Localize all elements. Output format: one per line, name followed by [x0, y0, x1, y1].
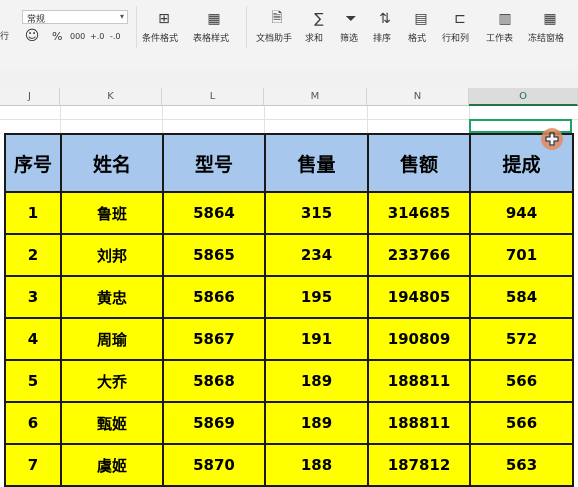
header-cell-model[interactable]: 型号: [162, 133, 266, 193]
table-cell[interactable]: 190809: [367, 317, 471, 361]
table-cell[interactable]: 5865: [162, 233, 266, 277]
grid-line: [60, 106, 61, 134]
table-cell[interactable]: 刘邦: [60, 233, 164, 277]
table-cell[interactable]: 周瑜: [60, 317, 164, 361]
table-row: 1 鲁班 5864 315 314685 944: [4, 191, 574, 235]
table-row: 4 周瑜 5867 191 190809 572: [4, 317, 574, 361]
freeze-pane-icon: ▦: [543, 11, 557, 27]
table-cell[interactable]: 1: [4, 191, 62, 235]
table-style-label: 表格样式: [193, 34, 230, 44]
rows-cols-label: 行和列: [442, 34, 470, 44]
table-cell[interactable]: 5868: [162, 359, 266, 403]
table-row: 2 刘邦 5865 234 233766 701: [4, 233, 574, 277]
decrease-decimal-button[interactable]: -.0: [110, 32, 121, 42]
sort-label: 排序: [373, 34, 392, 44]
increase-decimal-button[interactable]: +.0: [90, 32, 104, 42]
cross-cursor-icon: [545, 132, 559, 146]
ribbon-separator: [246, 6, 247, 48]
grid-line: [367, 106, 368, 134]
ribbon-side-label: 行: [0, 32, 10, 42]
column-header-m[interactable]: M: [264, 88, 367, 106]
column-header-o[interactable]: O: [469, 88, 578, 106]
table-cell[interactable]: 4: [4, 317, 62, 361]
table-cell[interactable]: 572: [469, 317, 574, 361]
table-cell[interactable]: 188811: [367, 359, 471, 403]
conditional-format-icon: ⊞: [158, 11, 170, 27]
table-cell[interactable]: 195: [264, 275, 369, 319]
table-row: 6 甄姬 5869 189 188811 566: [4, 401, 574, 445]
table-cell[interactable]: 188811: [367, 401, 471, 445]
data-table: 序号 姓名 型号 售量 售额 提成 1 鲁班 5864 315 314685 9…: [4, 133, 574, 487]
formula-bar-area: [0, 70, 578, 89]
ribbon-separator: [136, 6, 137, 48]
header-cell-quantity[interactable]: 售量: [264, 133, 369, 193]
table-cell[interactable]: 黄忠: [60, 275, 164, 319]
percent-button[interactable]: %: [52, 31, 62, 42]
worksheet-label: 工作表: [486, 34, 514, 44]
conditional-format-label: 条件格式: [142, 34, 179, 44]
table-row: 3 黄忠 5866 195 194805 584: [4, 275, 574, 319]
table-cell[interactable]: 6: [4, 401, 62, 445]
table-cell[interactable]: 5867: [162, 317, 266, 361]
table-cell[interactable]: 189: [264, 359, 369, 403]
thousands-button[interactable]: 000: [70, 32, 85, 42]
ribbon: 常规 ▾ 行 ☺ % 000 +.0 -.0 ⊞ 条件格式 ▦ 表格样式 🗎 文…: [0, 0, 578, 70]
freeze-pane-label: 冻结窗格: [528, 34, 565, 44]
table-cell[interactable]: 2: [4, 233, 62, 277]
header-cell-name[interactable]: 姓名: [60, 133, 164, 193]
format-icon: ▤: [414, 11, 428, 27]
mouse-cursor-icon: [541, 128, 563, 150]
table-cell[interactable]: 234: [264, 233, 369, 277]
table-cell[interactable]: 233766: [367, 233, 471, 277]
table-cell[interactable]: 584: [469, 275, 574, 319]
doc-assistant-icon: 🗎: [271, 10, 283, 26]
header-cell-index[interactable]: 序号: [4, 133, 62, 193]
worksheet-icon: ▥: [498, 11, 512, 27]
header-cell-amount[interactable]: 售额: [367, 133, 471, 193]
table-cell[interactable]: 鲁班: [60, 191, 164, 235]
table-cell[interactable]: 944: [469, 191, 574, 235]
table-cell[interactable]: 191: [264, 317, 369, 361]
currency-icon[interactable]: ☺: [24, 28, 40, 44]
column-header-l[interactable]: L: [162, 88, 264, 106]
table-cell[interactable]: 194805: [367, 275, 471, 319]
number-format-select[interactable]: 常规 ▾: [22, 10, 128, 25]
number-format-value: 常规: [27, 15, 46, 25]
table-cell[interactable]: 5866: [162, 275, 266, 319]
column-header-k[interactable]: K: [60, 88, 162, 106]
table-cell[interactable]: 3: [4, 275, 62, 319]
table-cell[interactable]: 566: [469, 401, 574, 445]
table-cell[interactable]: 大乔: [60, 359, 164, 403]
table-cell[interactable]: 189: [264, 401, 369, 445]
filter-icon: ⏷: [345, 11, 357, 27]
sum-icon: ∑: [314, 11, 324, 27]
format-label: 格式: [408, 34, 427, 44]
table-cell[interactable]: 5: [4, 359, 62, 403]
table-cell[interactable]: 315: [264, 191, 369, 235]
header-row: 序号 姓名 型号 售量 售额 提成: [4, 133, 574, 193]
table-cell[interactable]: 5869: [162, 401, 266, 445]
table-cell[interactable]: 314685: [367, 191, 471, 235]
table-cell[interactable]: 5864: [162, 191, 266, 235]
column-header-j[interactable]: J: [0, 88, 60, 106]
table-cell[interactable]: 甄姬: [60, 401, 164, 445]
filter-label: 筛选: [340, 34, 359, 44]
table-row: 5 大乔 5868 189 188811 566: [4, 359, 574, 403]
table-cell[interactable]: 566: [469, 359, 574, 403]
column-header-n[interactable]: N: [367, 88, 469, 106]
grid-line: [162, 106, 163, 134]
sum-label: 求和: [305, 34, 324, 44]
table-style-icon: ▦: [207, 11, 221, 27]
table-cell[interactable]: 701: [469, 233, 574, 277]
chevron-down-icon: ▾: [119, 12, 124, 21]
rows-cols-icon: ⊏: [454, 11, 466, 27]
doc-assistant-label: 文档助手: [256, 34, 293, 44]
sort-icon: ⇅: [379, 11, 391, 27]
grid-line: [264, 106, 265, 134]
